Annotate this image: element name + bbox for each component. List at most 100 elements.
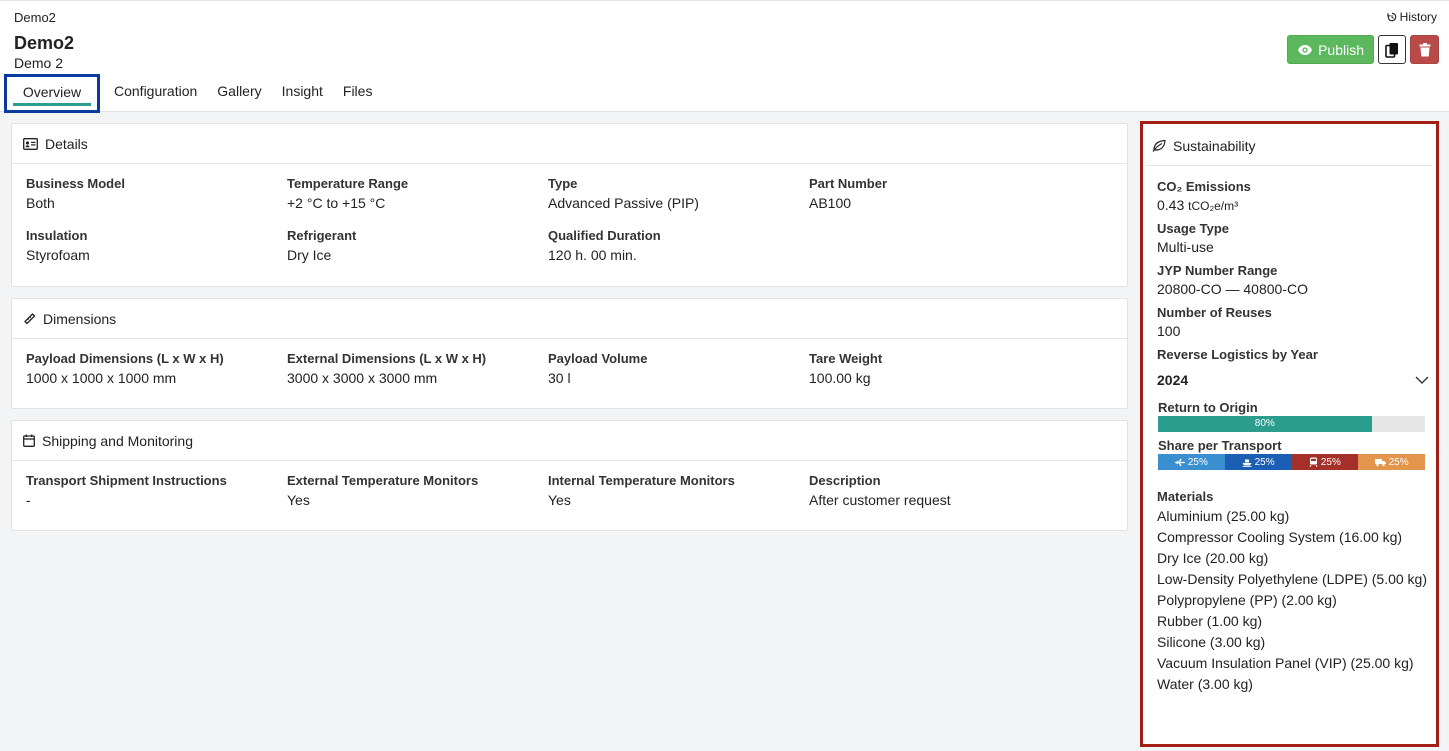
usage-field: Usage Type Multi-use — [1157, 221, 1229, 256]
year-select[interactable]: 2024 — [1157, 369, 1429, 391]
field-label: Part Number — [809, 176, 888, 191]
share-transport-bar: 25% 25% 25% 25% — [1158, 454, 1425, 470]
year-value: 2024 — [1157, 372, 1189, 388]
history-icon — [1387, 12, 1397, 22]
share-sea-text: 25% — [1254, 456, 1275, 468]
publish-button[interactable]: Publish — [1287, 35, 1374, 64]
field-value: +2 °C to +15 °C — [287, 195, 386, 211]
leaf-icon — [1152, 139, 1166, 152]
list-item: Low-Density Polyethylene (LDPE) (5.00 kg… — [1157, 571, 1428, 587]
usage-value: Multi-use — [1157, 239, 1214, 255]
field-label: Description — [809, 473, 881, 488]
field-external-dimensions: External Dimensions (L x W x H) 3000 x 30… — [287, 351, 548, 403]
field-qualified-duration: Qualified Duration 120 h. 00 min. — [548, 228, 809, 280]
list-item: Silicone (3.00 kg) — [1157, 634, 1266, 650]
copy-button[interactable] — [1378, 35, 1406, 64]
details-title: Details — [45, 135, 88, 152]
reuses-value: 100 — [1157, 323, 1181, 339]
delete-button[interactable] — [1410, 35, 1439, 64]
field-value: 30 l — [548, 370, 571, 386]
dimensions-card: Dimensions Payload Dimensions (L x W x H… — [11, 298, 1128, 409]
materials-list: Aluminium (25.00 kg) Compressor Cooling … — [1157, 506, 1429, 695]
truck-icon — [1374, 458, 1386, 467]
id-card-icon — [23, 137, 38, 150]
share-air-text: 25% — [1187, 456, 1208, 468]
train-icon — [1309, 457, 1318, 467]
materials-label: Materials — [1157, 489, 1214, 504]
history-label: History — [1399, 10, 1437, 24]
tab-files[interactable]: Files — [333, 74, 383, 113]
field-label: Payload Volume — [548, 351, 648, 366]
share-transport-label-wrap: Share per Transport — [1158, 438, 1282, 453]
history-link[interactable]: History — [1387, 10, 1437, 24]
field-value: After customer request — [809, 492, 951, 508]
breadcrumb[interactable]: Demo2 — [14, 10, 56, 25]
sustainability-header: Sustainability — [1146, 126, 1433, 166]
field-transport-instructions: Transport Shipment Instructions - — [26, 473, 287, 525]
reverse-logistics-label: Reverse Logistics by Year — [1157, 347, 1318, 362]
materials-section: Materials Aluminium (25.00 kg) Compresso… — [1157, 489, 1429, 695]
tab-gallery[interactable]: Gallery — [207, 74, 271, 113]
field-value: Both — [26, 195, 55, 211]
jyp-label: JYP Number Range — [1157, 263, 1278, 278]
page-title: Demo2 — [14, 33, 75, 53]
field-part-number: Part Number AB100 — [809, 176, 1070, 228]
share-transport-label: Share per Transport — [1158, 438, 1282, 453]
co2-label: CO₂ Emissions — [1157, 179, 1251, 194]
field-description: Description After customer request — [809, 473, 1070, 525]
dimensions-title: Dimensions — [43, 310, 117, 327]
list-item: Compressor Cooling System (16.00 kg) — [1157, 529, 1403, 545]
field-value: 100.00 kg — [809, 370, 871, 386]
return-origin-fill: 80% — [1158, 416, 1372, 432]
field-label: Internal Temperature Monitors — [548, 473, 735, 488]
jyp-value: 20800-CO — 40800-CO — [1157, 281, 1308, 297]
calendar-icon — [23, 434, 35, 447]
field-value: Styrofoam — [26, 247, 90, 263]
plane-icon — [1174, 458, 1185, 467]
field-type: Type Advanced Passive (PIP) — [548, 176, 809, 228]
trash-icon — [1419, 42, 1431, 57]
page-header: Demo2 History Demo2 Demo 2 Publish Overv… — [0, 0, 1449, 113]
share-segment-road: 25% — [1358, 454, 1425, 470]
jyp-field: JYP Number Range 20800-CO — 40800-CO — [1157, 263, 1308, 298]
list-item: Vacuum Insulation Panel (VIP) (25.00 kg) — [1157, 655, 1414, 671]
return-origin-bar: 80% — [1158, 416, 1425, 432]
field-label: Transport Shipment Instructions — [26, 473, 227, 488]
field-value: Advanced Passive (PIP) — [548, 195, 699, 211]
co2-unit: tCO₂e/m³ — [1188, 199, 1239, 213]
share-segment-rail: 25% — [1291, 454, 1359, 470]
field-payload-dimensions: Payload Dimensions (L x W x H) 1000 x 100… — [26, 351, 287, 403]
shipping-card: Shipping and Monitoring Transport Shipme… — [11, 420, 1128, 531]
field-refrigerant: Refrigerant Dry Ice — [287, 228, 548, 280]
co2-value: 0.43 — [1157, 197, 1185, 213]
field-value: Yes — [548, 492, 571, 508]
reuses-field: Number of Reuses 100 — [1157, 305, 1272, 340]
reverse-logistics-title: Reverse Logistics by Year — [1157, 347, 1318, 362]
field-external-monitors: External Temperature Monitors Yes — [287, 473, 548, 525]
field-label: Qualified Duration — [548, 228, 661, 243]
list-item: Rubber (1.00 kg) — [1157, 613, 1263, 629]
tab-configuration[interactable]: Configuration — [104, 74, 207, 113]
shipping-header: Shipping and Monitoring — [12, 421, 1127, 461]
tab-overview[interactable]: Overview — [4, 74, 100, 113]
share-segment-sea: 25% — [1224, 454, 1292, 470]
field-label: Payload Dimensions (L x W x H) — [26, 351, 224, 366]
ship-icon — [1242, 458, 1252, 467]
co2-field: CO₂ Emissions 0.43 tCO₂e/m³ — [1157, 179, 1251, 215]
field-value: Dry Ice — [287, 247, 332, 263]
dimensions-fields: Payload Dimensions (L x W x H) 1000 x 100… — [26, 351, 1070, 403]
shipping-title: Shipping and Monitoring — [42, 432, 193, 449]
field-value: 1000 x 1000 x 1000 mm — [26, 370, 177, 386]
field-label: Temperature Range — [287, 176, 409, 191]
tab-insight[interactable]: Insight — [272, 74, 333, 113]
field-internal-monitors: Internal Temperature Monitors Yes — [548, 473, 809, 525]
field-label: External Dimensions (L x W x H) — [287, 351, 487, 366]
field-label: Insulation — [26, 228, 88, 243]
field-value: 120 h. 00 min. — [548, 247, 637, 263]
sustainability-title: Sustainability — [1173, 137, 1256, 154]
field-value: 3000 x 3000 x 3000 mm — [287, 370, 438, 386]
return-origin-label-wrap: Return to Origin — [1158, 400, 1258, 415]
publish-label: Publish — [1318, 41, 1364, 58]
details-header: Details — [12, 124, 1127, 164]
field-label: Tare Weight — [809, 351, 883, 366]
